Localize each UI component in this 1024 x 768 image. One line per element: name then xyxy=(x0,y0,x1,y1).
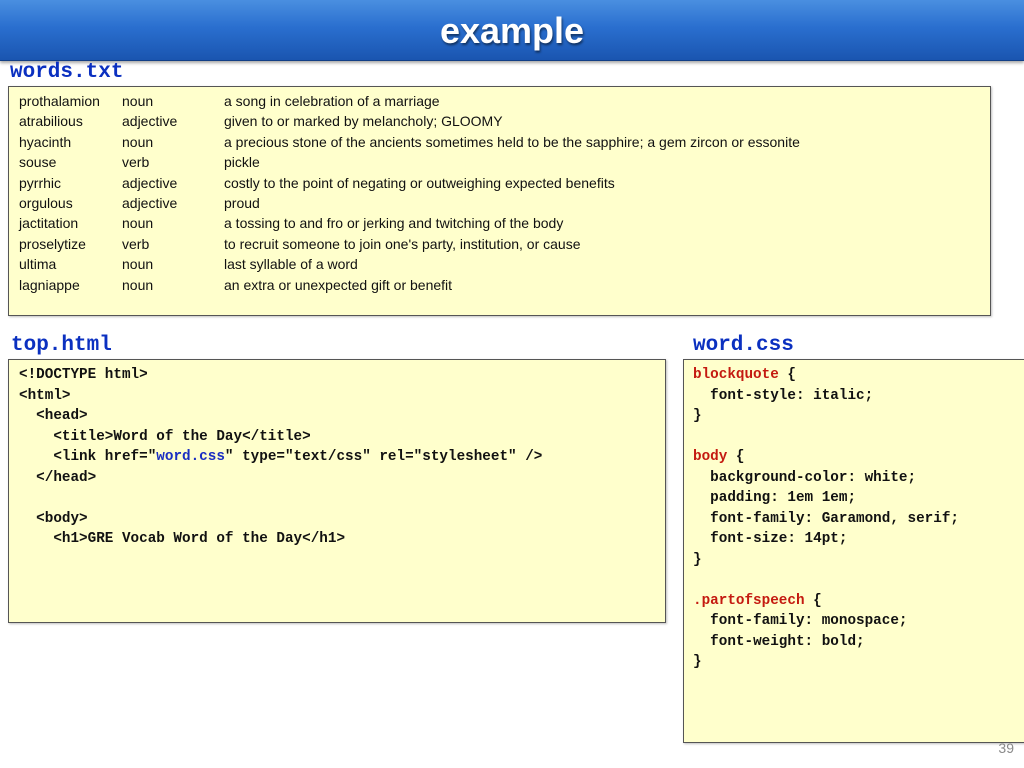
definition-cell: pickle xyxy=(224,154,260,171)
css-selector: .partofspeech xyxy=(693,592,805,609)
definition-cell: a precious stone of the ancients sometim… xyxy=(224,133,800,150)
code-line-html-open: <html> xyxy=(19,387,71,404)
word-cell: lagniappe xyxy=(19,276,80,293)
word-cell: pyrrhic xyxy=(19,174,62,191)
css-blank-line xyxy=(693,427,1015,448)
css-blank-line xyxy=(693,570,1015,591)
definition-cell: given to or marked by melancholy; GLOOMY xyxy=(224,113,503,130)
css-declaration-text: font-weight: bold; xyxy=(710,633,865,650)
pos-cell: noun xyxy=(122,276,154,293)
pos-cell: adjective xyxy=(122,113,178,130)
css-declaration-text: background-color: white; xyxy=(710,469,917,486)
word-cell: orgulous xyxy=(19,194,73,211)
words-file-box: prothalamion noun a song in celebration of… xyxy=(8,86,991,316)
definition-cell: a tossing to and fro or jerking and twit… xyxy=(224,215,564,232)
css-declaration-text: padding: 1em 1em; xyxy=(710,490,857,506)
top-html-label: top.html xyxy=(11,334,112,357)
css-rule-open: body { xyxy=(693,449,745,465)
css-declaration: font-style: italic; xyxy=(693,386,1015,407)
definition-cell: costly to the point of negating or outwe… xyxy=(224,174,615,191)
css-code: blockquote { font-style: italic;} body { … xyxy=(693,365,1015,673)
word-css-box: blockquote { font-style: italic;} body { … xyxy=(683,359,1024,743)
pos-cell: adjective xyxy=(122,194,178,211)
definition-cell: last syllable of a word xyxy=(224,256,358,273)
words-table: prothalamion noun a song in celebration of… xyxy=(19,93,800,297)
link-href-value: word.css xyxy=(156,449,225,465)
css-declaration: font-family: monospace; xyxy=(693,611,1015,632)
css-declaration: font-weight: bold; xyxy=(693,632,1015,653)
css-rule-close: } xyxy=(693,551,702,568)
word-cell: atrabilious xyxy=(19,113,83,130)
css-rule-open: blockquote { xyxy=(693,367,796,383)
link-prefix: <link href=" xyxy=(19,449,157,465)
code-line-doctype: <!DOCTYPE html> xyxy=(19,367,148,383)
word-row: ultima noun last syllable of a word xyxy=(19,256,800,276)
pos-cell: adjective xyxy=(122,174,178,191)
css-selector: body xyxy=(693,449,728,465)
css-declaration-text: font-size: 14pt; xyxy=(710,531,848,547)
word-row: prothalamion noun a song in celebration of… xyxy=(19,93,800,113)
definition-cell: a song in celebration of a marriage xyxy=(224,93,440,109)
code-line-body-open: <body> xyxy=(19,510,88,527)
pos-cell: noun xyxy=(122,256,154,273)
css-rule-open: .partofspeech { xyxy=(693,592,822,609)
words-file-label: words.txt xyxy=(10,61,124,84)
css-declaration-text: font-family: monospace; xyxy=(710,613,908,629)
top-html-box: <!DOCTYPE html> <html> <head> <title>Wor… xyxy=(8,359,666,623)
word-row: jactitation noun a tossing to and fro or j… xyxy=(19,215,800,235)
word-row: proselytize verb to recruit someone to joi… xyxy=(19,236,800,256)
css-rule-close: } xyxy=(693,654,702,670)
word-cell: proselytize xyxy=(19,235,86,252)
code-line-h1: <h1>GRE Vocab Word of the Day</h1> xyxy=(19,531,346,547)
css-rule-close: } xyxy=(693,408,702,424)
word-cell: prothalamion xyxy=(19,93,100,109)
code-line-link: <link href="word.css" type="text/css" re… xyxy=(19,447,655,468)
word-row: souse verb pickle xyxy=(19,154,800,174)
slide-title: example xyxy=(439,10,585,51)
css-declaration-text: font-style: italic; xyxy=(710,387,874,404)
pos-cell: verb xyxy=(122,154,150,171)
definition-cell: to recruit someone to join one's party, … xyxy=(224,235,581,252)
link-suffix: " type="text/css" rel="stylesheet" /> xyxy=(224,449,543,465)
word-cell: souse xyxy=(19,154,57,171)
pos-cell: noun xyxy=(122,133,154,150)
word-cell: hyacinth xyxy=(19,133,72,150)
page-number: 39 xyxy=(998,740,1014,756)
css-declaration-text: font-family: Garamond, serif; xyxy=(710,510,959,527)
word-row: atrabilious adjective given to or marked b… xyxy=(19,113,800,133)
word-row: hyacinth noun a precious stone of the anci… xyxy=(19,134,800,154)
word-row: orgulous adjective proud xyxy=(19,195,800,215)
pos-cell: noun xyxy=(122,215,154,232)
css-declaration: background-color: white; xyxy=(693,468,1015,489)
word-css-label: word.css xyxy=(693,334,794,357)
word-cell: jactitation xyxy=(19,215,79,232)
definition-cell: proud xyxy=(224,194,260,211)
pos-cell: noun xyxy=(122,93,154,109)
css-declaration: padding: 1em 1em; xyxy=(693,488,1015,509)
word-row: pyrrhic adjective costly to the point of n… xyxy=(19,175,800,195)
definition-cell: an extra or unexpected gift or benefit xyxy=(224,276,453,293)
css-declaration: font-family: Garamond, serif; xyxy=(693,509,1015,530)
word-cell: ultima xyxy=(19,256,57,273)
word-row: lagniappe noun an extra or unexpected gift… xyxy=(19,277,800,297)
code-line-title: <title>Word of the Day</title> xyxy=(19,428,311,445)
css-declaration: font-size: 14pt; xyxy=(693,529,1015,550)
css-selector: blockquote xyxy=(693,367,779,383)
code-line-head-close: </head> xyxy=(19,469,97,486)
code-line-head-open: <head> xyxy=(19,408,88,424)
pos-cell: verb xyxy=(122,235,150,252)
